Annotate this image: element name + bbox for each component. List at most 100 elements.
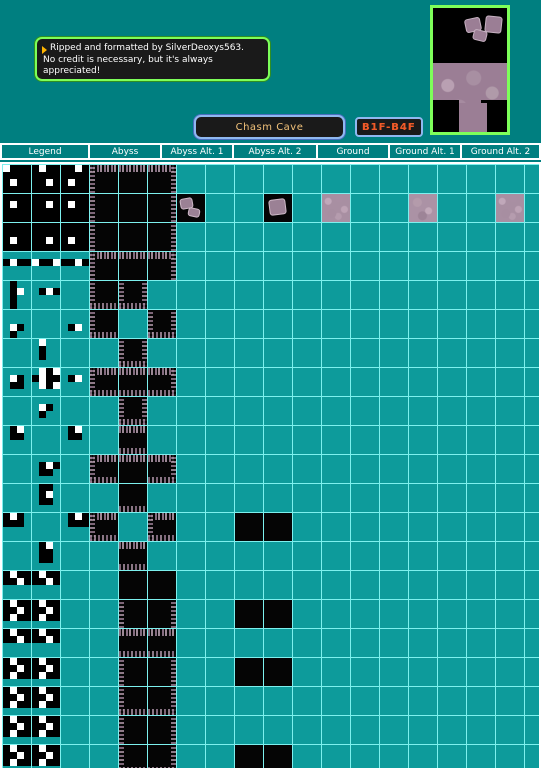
- legend-pixel: [3, 288, 10, 295]
- legend-pixel: [46, 491, 53, 498]
- tile-cell: [322, 513, 350, 541]
- legend-pixel: [10, 368, 17, 375]
- legend-pixel: [10, 737, 17, 744]
- legend-pixel: [24, 585, 31, 592]
- legend-pixel: [24, 302, 31, 309]
- legend-pixel: [3, 172, 10, 179]
- legend-pixel: [10, 658, 17, 665]
- legend-pixel: [32, 672, 39, 679]
- tile-cell: [496, 455, 524, 483]
- abyss-tile: [119, 687, 147, 715]
- tileset-table: Legend Abyss Abyss Alt. 1 Abyss Alt. 2 G…: [0, 143, 541, 770]
- legend-pixel: [10, 382, 17, 389]
- tile-cell: [264, 310, 292, 338]
- tile-cell: [293, 455, 321, 483]
- tile-cell: [235, 455, 263, 483]
- rock-edge: [142, 397, 147, 425]
- legend-pixel: [39, 621, 46, 628]
- column-header-abyss-alt-1: Abyss Alt. 1: [162, 145, 234, 158]
- legend-pixel: [82, 324, 89, 331]
- tile-cell: [409, 629, 437, 657]
- legend-pixel: [32, 629, 39, 636]
- legend-pixel: [3, 331, 10, 338]
- legend-pixel: [75, 447, 82, 454]
- legend-pixel: [46, 716, 53, 723]
- tile-cell: [148, 426, 176, 454]
- legend-pixel: [39, 665, 46, 672]
- legend-pixel: [61, 237, 68, 244]
- legend-pixel: [46, 237, 53, 244]
- legend-pixel: [17, 368, 24, 375]
- tile-cell: [409, 687, 437, 715]
- legend-pixel: [82, 310, 89, 317]
- tile-cell: [206, 455, 234, 483]
- rock-edge: [142, 339, 147, 367]
- legend-pixel: [17, 614, 24, 621]
- tileset-grid: [2, 164, 539, 768]
- legend-tile: [32, 455, 60, 483]
- legend-pixel: [53, 636, 60, 643]
- legend-pixel: [24, 375, 31, 382]
- tile-cell: [177, 368, 205, 396]
- tile-cell: [264, 339, 292, 367]
- legend-pixel: [10, 694, 17, 701]
- tile-cell: [177, 513, 205, 541]
- rock-edge: [171, 165, 176, 193]
- legend-pixel: [10, 331, 17, 338]
- tile-cell: [293, 542, 321, 570]
- legend-pixel: [68, 447, 75, 454]
- legend-pixel: [32, 215, 39, 222]
- legend-pixel: [46, 346, 53, 353]
- legend-pixel: [24, 244, 31, 251]
- legend-tile: [32, 687, 60, 715]
- abyss-tile: [148, 716, 176, 744]
- legend-pixel: [46, 244, 53, 251]
- page-title: Chasm Cave: [235, 121, 304, 133]
- legend-pixel: [32, 252, 39, 259]
- legend-pixel: [10, 614, 17, 621]
- rock-edge: [148, 513, 153, 541]
- legend-pixel: [46, 563, 53, 570]
- abyss-tile: [148, 310, 176, 338]
- legend-pixel: [24, 629, 31, 636]
- floor-range-badge: B1F-B4F: [355, 117, 423, 137]
- legend-pixel: [3, 201, 10, 208]
- tile-cell: [496, 484, 524, 512]
- tile-cell: [438, 542, 466, 570]
- tile-cell: [496, 397, 524, 425]
- legend-pixel: [53, 614, 60, 621]
- legend-pixel: [10, 165, 17, 172]
- legend-pixel: [10, 679, 17, 686]
- legend-pixel: [17, 375, 24, 382]
- tile-cell: [438, 716, 466, 744]
- tile-cell: [467, 310, 495, 338]
- abyss-tile: [119, 281, 147, 309]
- floor-range-label: B1F-B4F: [362, 121, 416, 133]
- legend-pixel: [10, 578, 17, 585]
- tile-cell: [409, 745, 437, 768]
- legend-pixel: [53, 643, 60, 650]
- legend-pixel: [17, 745, 24, 752]
- legend-pixel: [3, 186, 10, 193]
- rock-edge: [90, 252, 95, 280]
- legend-pixel: [10, 730, 17, 737]
- legend-pixel: [24, 759, 31, 766]
- tile-cell: [235, 629, 263, 657]
- legend-pixel: [24, 186, 31, 193]
- tile-cell: [293, 658, 321, 686]
- legend-pixel: [32, 716, 39, 723]
- legend-pixel: [82, 382, 89, 389]
- legend-pixel: [10, 208, 17, 215]
- legend-pixel: [82, 433, 89, 440]
- abyss-tile: [119, 571, 147, 599]
- legend-pixel: [10, 650, 17, 657]
- legend-pixel: [3, 629, 10, 636]
- abyss-tile: [119, 223, 147, 251]
- legend-pixel: [17, 571, 24, 578]
- legend-pixel: [75, 223, 82, 230]
- tile-cell: [409, 310, 437, 338]
- legend-pixel: [10, 759, 17, 766]
- tile-cell: [438, 629, 466, 657]
- legend-pixel: [32, 259, 39, 266]
- legend-pixel: [68, 520, 75, 527]
